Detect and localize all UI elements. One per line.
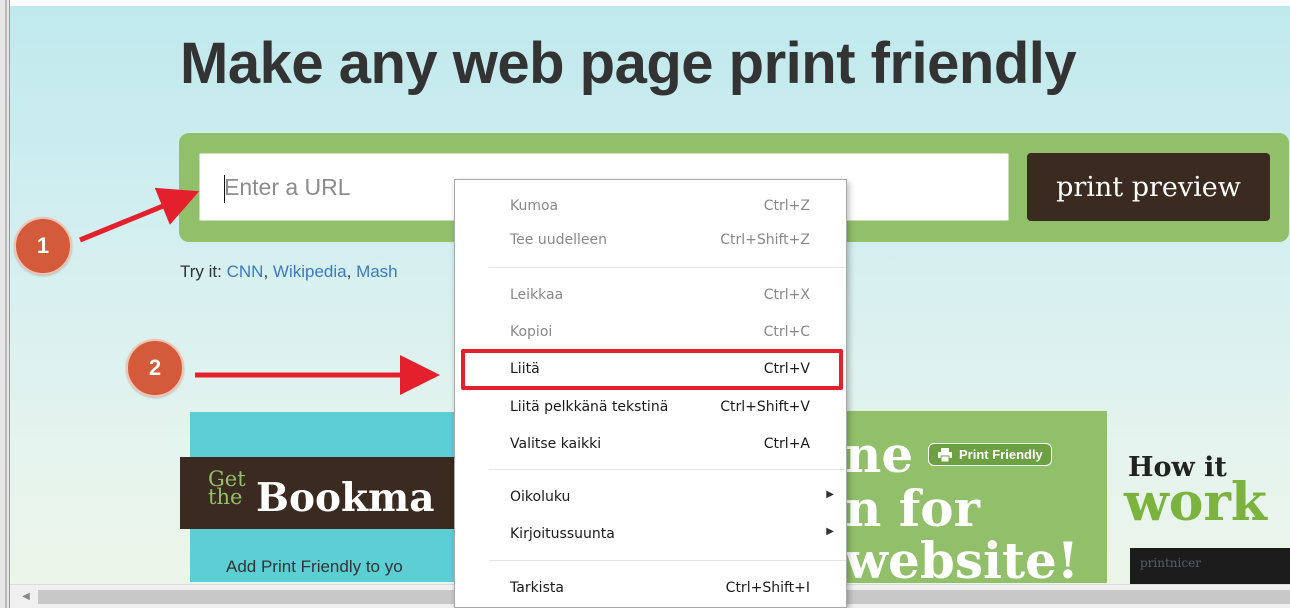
promo-line-1: ne <box>845 425 914 484</box>
menu-item-label: Kumoa <box>510 198 559 214</box>
bookmarklet-description: Add Print Friendly to yo <box>226 557 403 576</box>
menu-item-label: Valitse kaikki <box>510 436 602 452</box>
menu-item-label: Liitä pelkkänä tekstinä <box>510 399 669 415</box>
menu-item-label: Kopioi <box>510 324 553 340</box>
menu-item-redo[interactable]: Tee uudelleen Ctrl+Shift+Z <box>455 225 846 255</box>
menu-item-shortcut: Ctrl+C <box>763 324 810 340</box>
text-cursor <box>224 175 225 203</box>
menu-item-label: Tee uudelleen <box>510 232 607 248</box>
printer-icon <box>938 447 952 462</box>
step-2-callout: 2 <box>126 339 184 397</box>
how-it-works-word: work <box>1124 472 1267 533</box>
bookmarklet-get-text: Get the <box>208 469 246 509</box>
try-it-links: Try it: CNN, Wikipedia, Mash <box>180 262 398 282</box>
promo-line-2: n for <box>845 479 980 538</box>
try-link-mashable[interactable]: Mash <box>356 262 398 281</box>
try-link-cnn[interactable]: CNN <box>227 262 264 281</box>
print-preview-button[interactable]: print preview <box>1027 153 1270 221</box>
context-menu: Kumoa Ctrl+Z Tee uudelleen Ctrl+Shift+Z … <box>454 179 847 608</box>
bookmarklet-the: the <box>208 485 243 509</box>
menu-item-paste-plain-text[interactable]: Liitä pelkkänä tekstinä Ctrl+Shift+V <box>455 392 846 422</box>
menu-item-cut[interactable]: Leikkaa Ctrl+X <box>455 280 846 310</box>
bookmarklet-title: Bookma <box>256 475 435 521</box>
menu-item-label: Kirjoitussuunta <box>510 526 615 542</box>
try-it-label: Try it: <box>180 262 222 281</box>
arrow-to-url-input <box>79 187 200 243</box>
badge-label: Print Friendly <box>959 447 1043 462</box>
printnicer-strip: printnicer <box>1130 548 1290 586</box>
promo-line-3: website! <box>845 531 1079 583</box>
paste-highlight-annotation <box>461 349 843 390</box>
link-separator: , <box>346 262 357 281</box>
scroll-left-icon[interactable]: ◀ <box>14 585 38 608</box>
bookmarklet-promo[interactable]: Get the Bookma Add Print Friendly to yo <box>180 412 456 582</box>
window-top-edge <box>10 0 1290 6</box>
menu-item-spellcheck[interactable]: Oikoluku ▶ <box>455 482 846 512</box>
menu-item-label: Tarkista <box>510 580 564 596</box>
menu-separator <box>489 267 846 268</box>
submenu-arrow-icon: ▶ <box>826 526 834 537</box>
menu-item-shortcut: Ctrl+A <box>763 436 810 452</box>
menu-item-label: Leikkaa <box>510 287 564 303</box>
page-headline: Make any web page print friendly <box>180 31 1077 96</box>
menu-item-shortcut: Ctrl+Shift+I <box>725 580 810 596</box>
menu-item-writing-direction[interactable]: Kirjoitussuunta ▶ <box>455 519 846 549</box>
try-link-wikipedia[interactable]: Wikipedia <box>273 262 347 281</box>
menu-item-copy[interactable]: Kopioi Ctrl+C <box>455 317 846 347</box>
menu-item-shortcut: Ctrl+Z <box>763 198 810 214</box>
printnicer-text: printnicer <box>1140 556 1201 570</box>
step-1-callout: 1 <box>14 217 72 275</box>
menu-item-shortcut: Ctrl+Shift+V <box>720 399 810 415</box>
menu-item-undo[interactable]: Kumoa Ctrl+Z <box>455 191 846 221</box>
link-separator: , <box>263 262 273 281</box>
menu-item-inspect[interactable]: Tarkista Ctrl+Shift+I <box>455 573 846 603</box>
menu-item-shortcut: Ctrl+X <box>763 287 810 303</box>
submenu-arrow-icon: ▶ <box>826 489 834 500</box>
window-left-edge <box>0 0 10 608</box>
menu-item-select-all[interactable]: Valitse kaikki Ctrl+A <box>455 429 846 459</box>
menu-item-shortcut: Ctrl+Shift+Z <box>720 232 810 248</box>
menu-separator <box>489 560 846 561</box>
menu-separator <box>489 469 846 470</box>
print-friendly-badge: Print Friendly <box>928 443 1052 466</box>
menu-item-label: Oikoluku <box>510 489 571 505</box>
